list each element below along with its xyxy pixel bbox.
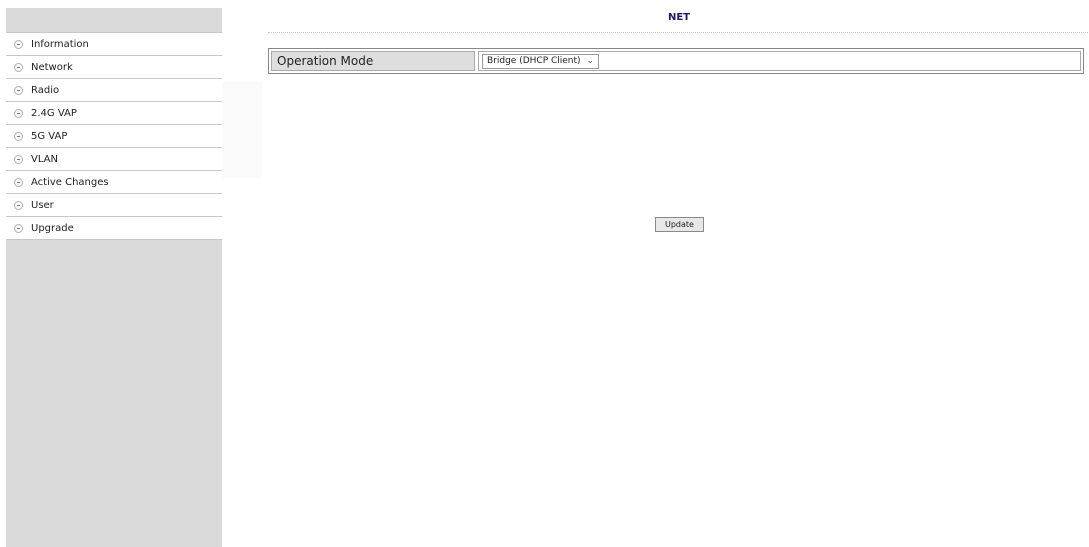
sidebar-item-24g-vap[interactable]: 2.4G VAP <box>6 102 222 125</box>
sidebar-item-label: Network <box>31 61 73 73</box>
sidebar-item-label: Upgrade <box>31 222 74 234</box>
sidebar: Information Network Radio 2.4G VAP 5G VA… <box>6 8 222 547</box>
minus-circle-icon <box>14 154 23 164</box>
update-button[interactable]: Update <box>655 217 704 232</box>
sidebar-item-5g-vap[interactable]: 5G VAP <box>6 125 222 148</box>
minus-circle-icon <box>14 131 23 141</box>
minus-circle-icon <box>14 223 23 233</box>
sidebar-item-information[interactable]: Information <box>6 32 222 56</box>
page-title: NET <box>268 8 1089 33</box>
operation-mode-cell: Bridge (DHCP Client) ⌄ <box>478 51 1081 71</box>
sidebar-item-radio[interactable]: Radio <box>6 79 222 102</box>
sidebar-item-label: VLAN <box>31 153 58 165</box>
operation-mode-value: Bridge (DHCP Client) <box>487 56 581 66</box>
sidebar-item-label: User <box>31 199 54 211</box>
sidebar-item-label: 5G VAP <box>31 130 68 142</box>
sidebar-item-upgrade[interactable]: Upgrade <box>6 217 222 240</box>
minus-circle-icon <box>14 200 23 210</box>
minus-circle-icon <box>14 39 23 49</box>
operation-mode-label: Operation Mode <box>271 51 475 71</box>
sidebar-item-label: Radio <box>31 84 60 96</box>
sidebar-item-active-changes[interactable]: Active Changes <box>6 171 222 194</box>
sidebar-item-label: Active Changes <box>31 176 109 188</box>
sidebar-item-user[interactable]: User <box>6 194 222 217</box>
minus-circle-icon <box>14 108 23 118</box>
sidebar-header <box>6 8 222 32</box>
minus-circle-icon <box>14 85 23 95</box>
chevron-down-icon: ⌄ <box>586 56 595 66</box>
sidebar-item-vlan[interactable]: VLAN <box>6 148 222 171</box>
sidebar-item-label: Information <box>31 38 89 50</box>
operation-mode-row: Operation Mode Bridge (DHCP Client) ⌄ <box>268 48 1084 74</box>
minus-circle-icon <box>14 62 23 72</box>
minus-circle-icon <box>14 177 23 187</box>
sidebar-item-network[interactable]: Network <box>6 56 222 79</box>
content-spacer <box>222 82 262 178</box>
operation-mode-select[interactable]: Bridge (DHCP Client) ⌄ <box>482 53 600 69</box>
sidebar-menu: Information Network Radio 2.4G VAP 5G VA… <box>6 32 222 240</box>
sidebar-item-label: 2.4G VAP <box>31 107 77 119</box>
